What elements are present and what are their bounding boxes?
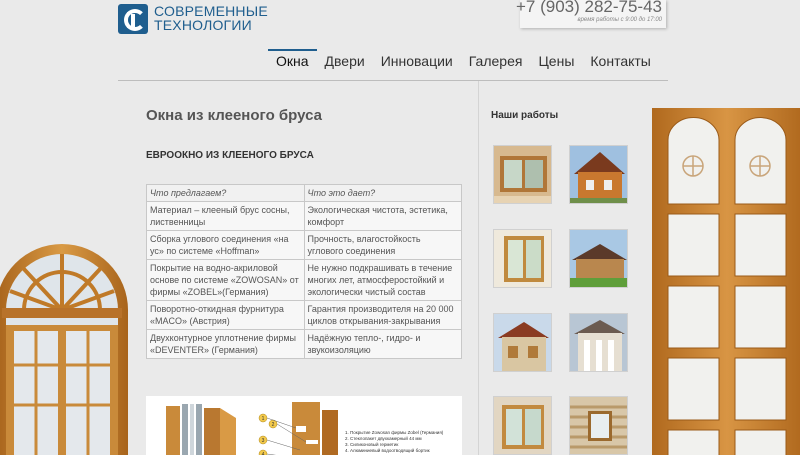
table-row: Поворотно-откидная фурнитура «MACO» (Авс… <box>146 300 463 330</box>
page-title: Окна из клееного бруса <box>146 107 322 124</box>
window-profile-diagram: 1 2 3 4 1. Покрытие Zowosan фирмы Zobel … <box>146 396 462 455</box>
logo-icon <box>118 4 148 34</box>
table-cell: Гарантия производителя на 20 000 циклов … <box>303 300 463 330</box>
main-content: Окна из клееного бруса ЕВРООКНО ИЗ КЛЕЕН… <box>146 100 463 455</box>
gallery-thumbnail[interactable] <box>493 396 552 455</box>
table-row: Материал – клееный брус сосны, лиственни… <box>146 201 463 231</box>
table-cell: Надёжную тепло-, гидро- и звукоизоляцию <box>303 329 463 359</box>
section-subtitle: ЕВРООКНО ИЗ КЛЕЕНОГО БРУСА <box>146 150 314 161</box>
gallery-thumbnail[interactable] <box>493 145 552 204</box>
gallery-thumbnail[interactable] <box>493 229 552 288</box>
gallery-thumbnail[interactable] <box>569 313 628 372</box>
our-works-sidebar: Наши работы <box>478 81 648 455</box>
table-cell: Материал – клееный брус сосны, лиственни… <box>146 201 305 231</box>
table-cell: Поворотно-откидная фурнитура «MACO» (Авс… <box>146 300 305 330</box>
gallery-thumbnail[interactable] <box>569 229 628 288</box>
table-cell: Прочность, влагостойкость углового соеди… <box>303 230 463 260</box>
nav-item-doors[interactable]: Двери <box>317 49 373 72</box>
table-header: Что предлагаем? <box>146 184 305 202</box>
gallery-thumbnail[interactable] <box>569 145 628 204</box>
diagram-note: 4. Алюминиевый водоотводящий бортик <box>345 448 430 453</box>
sidebar-title: Наши работы <box>491 110 559 121</box>
nav-item-prices[interactable]: Цены <box>530 49 582 72</box>
phone-number[interactable]: +7 (903) 282-75-43 <box>516 0 662 17</box>
logo-line-2: ТЕХНОЛОГИИ <box>154 17 252 33</box>
table-header-row: Что предлагаем? Что это дает? <box>146 184 463 202</box>
table-cell: Двухконтурное уплотнение фирмы «DEVENTER… <box>146 329 305 359</box>
table-cell: Покрытие на водно-акриловой основе по си… <box>146 259 305 301</box>
table-row: Сборка углового соединения «на ус» по си… <box>146 230 463 260</box>
nav-item-gallery[interactable]: Галерея <box>461 49 531 72</box>
nav-item-innovations[interactable]: Инновации <box>373 49 461 72</box>
table-row: Покрытие на водно-акриловой основе по си… <box>146 259 463 301</box>
table-header: Что это дает? <box>303 184 463 202</box>
wooden-door-image <box>652 108 800 455</box>
nav-item-contacts[interactable]: Контакты <box>582 49 658 72</box>
callout-label: 2 <box>272 422 275 428</box>
site-logo[interactable]: СОВРЕМЕННЫЕ ТЕХНОЛОГИИ <box>118 0 268 36</box>
working-hours: время работы с 9:00 до 17:00 <box>577 17 662 23</box>
contact-box: +7 (903) 282-75-43 время работы с 9:00 д… <box>516 0 666 28</box>
features-table: Что предлагаем? Что это дает? Материал –… <box>146 184 463 359</box>
callout-label: 3 <box>262 438 265 444</box>
table-cell: Сборка углового соединения «на ус» по си… <box>146 230 305 260</box>
gallery-thumbnail[interactable] <box>493 313 552 372</box>
nav-item-windows[interactable]: Окна <box>268 49 317 72</box>
callout-label: 1 <box>262 416 265 422</box>
arched-window-image <box>0 244 128 455</box>
main-nav: Окна Двери Инновации Галерея Цены Контак… <box>268 49 659 72</box>
logo-line-1: СОВРЕМЕННЫЕ <box>154 3 268 19</box>
table-cell: Не нужно подкрашивать в течение многих л… <box>303 259 463 301</box>
table-cell: Экологическая чистота, эстетика, комфорт <box>303 201 463 231</box>
diagram-legend: 1. Покрытие Zowosan фирмы Zobel (Германи… <box>345 430 443 454</box>
table-row: Двухконтурное уплотнение фирмы «DEVENTER… <box>146 329 463 359</box>
logo-text: СОВРЕМЕННЫЕ ТЕХНОЛОГИИ <box>154 4 268 32</box>
gallery-thumbnail[interactable] <box>569 396 628 455</box>
